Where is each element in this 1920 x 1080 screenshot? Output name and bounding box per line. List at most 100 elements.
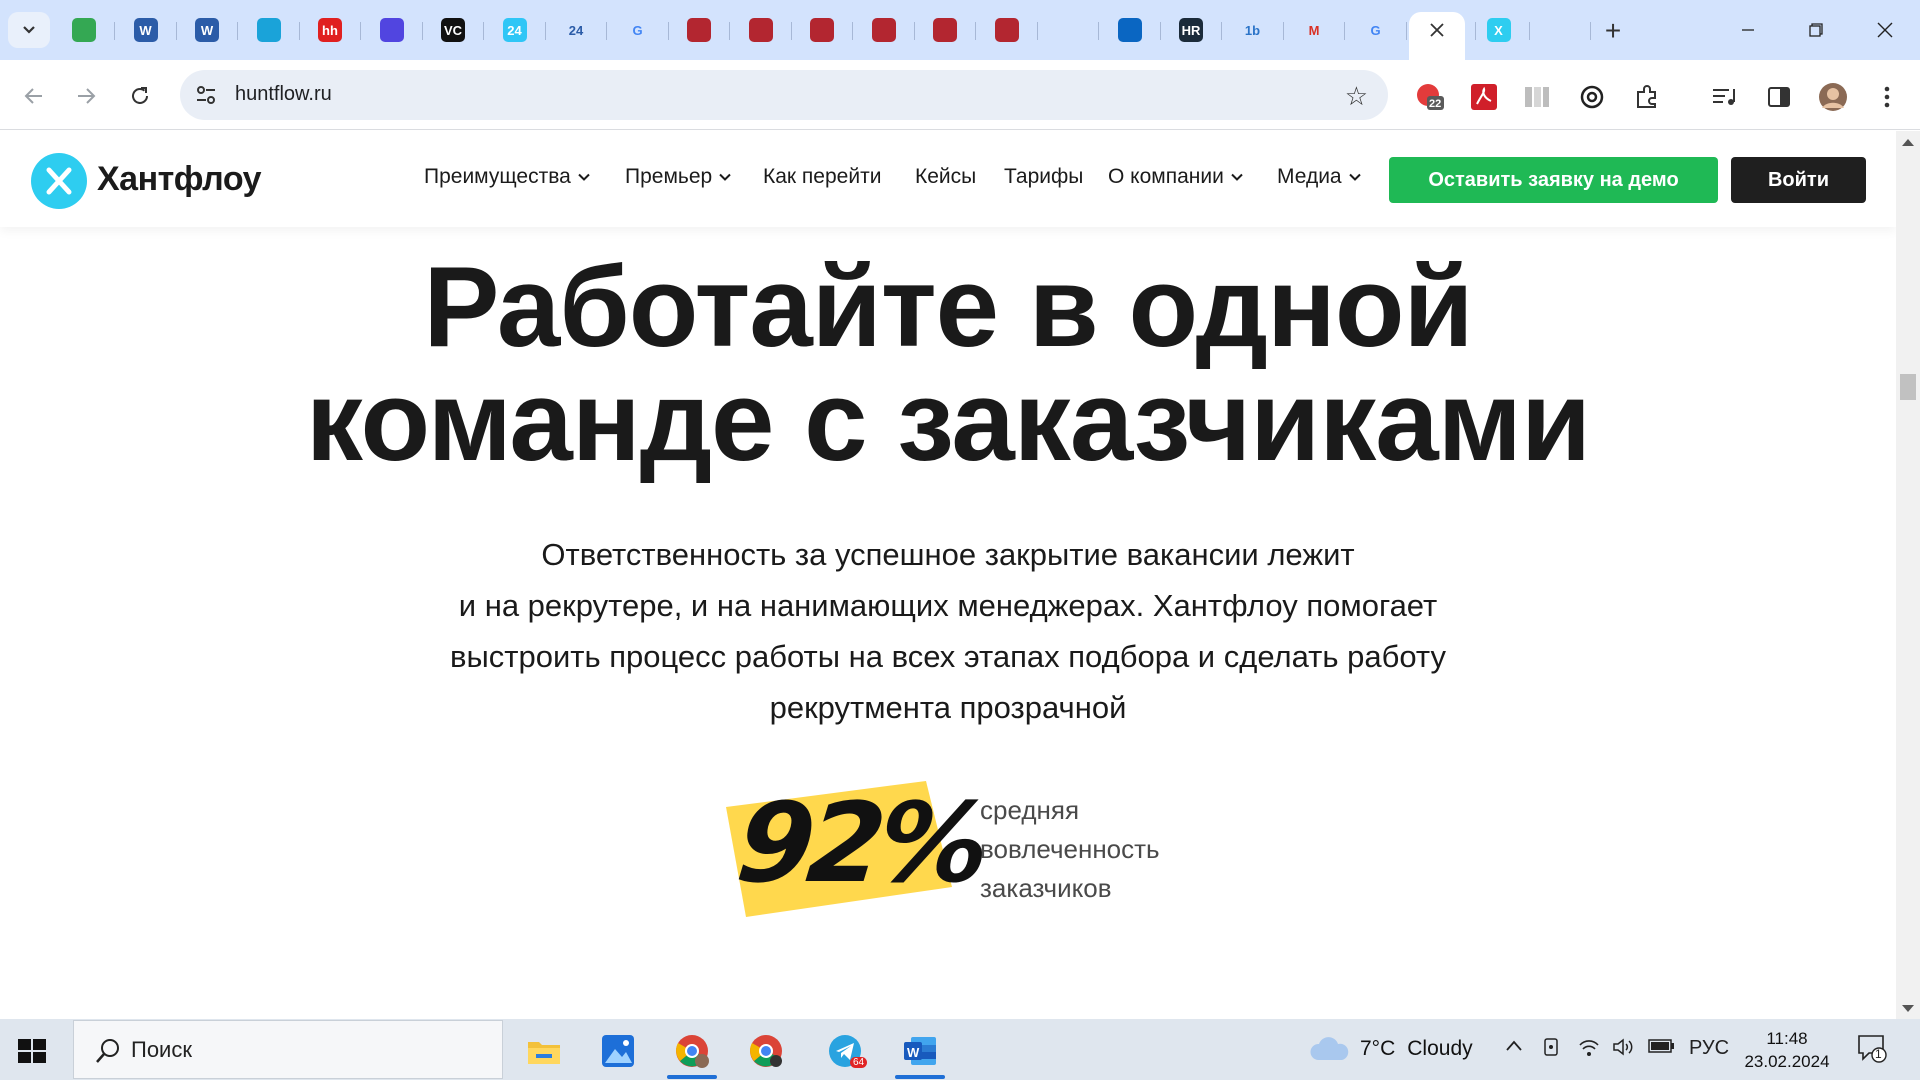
browser-tab[interactable] [802, 12, 853, 48]
stat-label-line: средняя [980, 795, 1080, 825]
restore-button[interactable] [1793, 10, 1839, 50]
link-icon [1580, 85, 1604, 109]
browser-tab[interactable] [925, 12, 976, 48]
volume-icon[interactable] [1612, 1037, 1636, 1063]
reload-button[interactable] [122, 78, 158, 114]
huntflow-icon: X [1486, 18, 1511, 42]
nav-item-cases[interactable]: Кейсы [915, 165, 976, 189]
login-button[interactable]: Войти [1731, 157, 1866, 203]
browser-tab[interactable]: hh [310, 12, 361, 48]
taskbar-weather[interactable]: 7°C Cloudy [1310, 1036, 1473, 1062]
tab-separator [667, 22, 669, 40]
extension-pdf[interactable] [1469, 82, 1499, 112]
chevron-down-icon [578, 173, 590, 181]
taskbar-chrome-profile[interactable] [661, 1025, 723, 1079]
browser-toolbar: huntflow.ru ☆ 22 [0, 60, 1920, 130]
extensions-button[interactable] [1632, 82, 1662, 112]
browser-tab[interactable]: 24 [556, 12, 607, 48]
taskbar-chrome[interactable] [735, 1025, 797, 1077]
close-window-button[interactable] [1862, 10, 1908, 50]
input-language[interactable]: РУС [1689, 1037, 1729, 1060]
forward-button[interactable] [68, 78, 104, 114]
folder-icon [528, 1042, 560, 1064]
scroll-down-icon[interactable] [1902, 1005, 1914, 1012]
tab-separator [913, 22, 915, 40]
browser-tab[interactable]: HR [1171, 12, 1222, 48]
media-controls-button[interactable] [1709, 82, 1739, 112]
profile-avatar[interactable] [1818, 82, 1848, 112]
logo-text[interactable]: Хантфлоу [97, 160, 262, 199]
nav-item-pricing[interactable]: Тарифы [1004, 165, 1083, 189]
browser-tab[interactable]: M [1294, 12, 1345, 48]
request-demo-button[interactable]: Оставить заявку на демо [1389, 157, 1718, 203]
browser-tab[interactable] [741, 12, 792, 48]
side-panel-button[interactable] [1764, 82, 1794, 112]
nav-item-how-to-switch[interactable]: Как перейти [763, 165, 881, 189]
windows-start-icon[interactable] [14, 1033, 50, 1069]
nav-item-about[interactable]: О компании [1108, 165, 1243, 189]
browser-tab[interactable] [864, 12, 915, 48]
new-tab-button[interactable]: + [1596, 14, 1630, 48]
meet-now-icon[interactable] [1543, 1037, 1561, 1063]
browser-tab[interactable] [372, 12, 423, 48]
chrome-icon [676, 1035, 709, 1068]
battery-icon[interactable] [1648, 1037, 1676, 1061]
site-settings-icon[interactable] [194, 83, 218, 107]
extension-link[interactable] [1577, 82, 1607, 112]
scroll-up-icon[interactable] [1902, 139, 1914, 146]
extension-badge: 22 [1429, 98, 1442, 110]
browser-tab[interactable]: W [187, 12, 238, 48]
extension-reader[interactable] [1522, 82, 1552, 112]
tray-chevron-up-icon[interactable] [1505, 1037, 1523, 1060]
browser-tab[interactable]: G [618, 12, 669, 48]
taskbar-photos[interactable] [587, 1025, 649, 1077]
browser-tab[interactable] [1540, 12, 1591, 48]
url-text[interactable]: huntflow.ru [235, 83, 332, 106]
browser-tab[interactable]: X [1479, 12, 1530, 48]
minimize-button[interactable] [1725, 10, 1771, 50]
address-bar[interactable]: huntflow.ru ☆ [180, 70, 1388, 120]
scroll-thumb[interactable] [1900, 374, 1916, 400]
browser-tab[interactable] [679, 12, 730, 48]
hero-subtitle-line: рекрутмента прозрачной [769, 690, 1127, 725]
nav-item-media[interactable]: Медиа [1277, 165, 1361, 189]
browser-menu-button[interactable] [1872, 82, 1902, 112]
tab-separator [114, 22, 115, 40]
browser-tab[interactable]: VC [433, 12, 484, 48]
back-button[interactable] [16, 78, 52, 114]
number-24-icon: 24 [568, 22, 584, 38]
page-scrollbar[interactable] [1896, 131, 1920, 1019]
browser-tab[interactable] [1048, 12, 1099, 48]
tab-separator [1098, 22, 1099, 40]
taskbar-telegram[interactable]: 64 [814, 1025, 876, 1077]
taskbar-clock[interactable]: 11:48 23.02.2024 [1742, 1027, 1832, 1073]
huntflow-logo-icon[interactable] [31, 153, 87, 209]
nav-item-advantages[interactable]: Преимущества [424, 165, 590, 189]
browser-tab[interactable] [249, 12, 300, 48]
tab-separator [975, 22, 976, 40]
tab-active[interactable] [1409, 12, 1476, 60]
book-icon [1525, 87, 1549, 107]
browser-tab[interactable]: 1b [1233, 12, 1284, 48]
taskbar-file-explorer[interactable] [513, 1025, 575, 1077]
browser-tab[interactable]: 24 [495, 12, 546, 48]
notification-center[interactable]: 1 [1857, 1033, 1887, 1069]
browser-tab[interactable] [64, 12, 115, 48]
taskbar-word[interactable]: W [889, 1025, 951, 1079]
svg-text:W: W [907, 1045, 920, 1060]
tab-separator [483, 22, 484, 40]
wifi-icon[interactable] [1578, 1037, 1600, 1063]
bookmark-star-icon[interactable]: ☆ [1345, 81, 1368, 112]
browser-tab[interactable]: G [1356, 12, 1407, 48]
extension-adblock[interactable]: 22 [1414, 82, 1444, 112]
taskbar-search-box[interactable]: Поиск [73, 1020, 503, 1079]
browser-tab[interactable]: W [126, 12, 177, 48]
tab-separator [1344, 22, 1345, 40]
browser-tab[interactable] [1110, 12, 1161, 48]
vc-icon: VC [441, 18, 465, 42]
chevron-down-icon [1348, 173, 1361, 181]
browser-tab[interactable] [987, 12, 1038, 48]
nav-item-premier[interactable]: Премьер [625, 165, 731, 189]
tab-search-button[interactable] [8, 12, 50, 48]
hh-icon: hh [318, 18, 342, 42]
